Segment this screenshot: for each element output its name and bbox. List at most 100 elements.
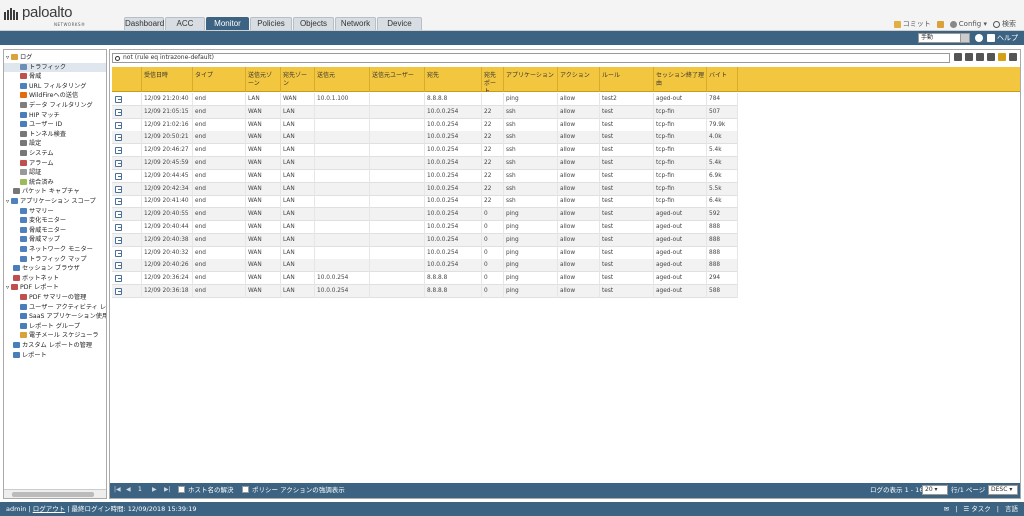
column-header[interactable]: ルール xyxy=(600,67,654,92)
mail-icon[interactable]: ✉ xyxy=(944,502,949,516)
resolve-hostname-checkbox[interactable] xyxy=(178,486,185,493)
detail-cell[interactable] xyxy=(112,246,142,260)
log-detail-icon[interactable] xyxy=(115,185,122,193)
sidebar-item[interactable]: PDF サマリーの管理 xyxy=(4,293,86,302)
tab-acc[interactable]: ACC xyxy=(165,17,205,30)
table-row[interactable]: 12/09 20:36:18 end WAN LAN 10.0.0.254 8.8.8.8… xyxy=(112,285,738,298)
table-row[interactable]: 12/09 20:36:24 end WAN LAN 10.0.0.254 8.8.8.8… xyxy=(112,272,738,286)
detail-cell[interactable] xyxy=(112,221,142,234)
sidebar-item[interactable]: カスタム レポートの管理 xyxy=(4,341,92,350)
table-row[interactable]: 12/09 20:42:34 end WAN LAN 10.0.0.254 22 ssh al… xyxy=(112,182,738,196)
column-header[interactable]: 送信元 xyxy=(315,67,370,92)
tab-device[interactable]: Device xyxy=(377,17,422,30)
sidebar-item[interactable]: ▿ アプリケーション スコープ xyxy=(4,197,96,206)
sidebar-item[interactable]: セッション ブラウザ xyxy=(4,264,80,273)
sidebar-item[interactable]: HIP マッチ xyxy=(4,111,60,120)
log-detail-icon[interactable] xyxy=(115,198,122,206)
detail-cell[interactable] xyxy=(112,285,142,298)
log-detail-icon[interactable] xyxy=(115,249,122,257)
detail-cell[interactable] xyxy=(112,272,142,286)
table-row[interactable]: 12/09 21:05:15 end WAN LAN 10.0.0.254 22 ssh al… xyxy=(112,105,738,119)
tab-dashboard[interactable]: Dashboard xyxy=(124,17,164,30)
sidebar-item[interactable]: 脅威モニター xyxy=(4,226,66,235)
tab-policies[interactable]: Policies xyxy=(250,17,292,30)
sidebar-item[interactable]: トンネル検査 xyxy=(4,130,66,139)
sidebar-item[interactable]: サマリー xyxy=(4,207,54,216)
log-detail-icon[interactable] xyxy=(115,108,122,116)
log-detail-icon[interactable] xyxy=(115,211,122,219)
prev-page-button[interactable]: ◀ xyxy=(126,486,131,493)
commit-link[interactable]: コミット xyxy=(893,19,931,29)
policy-highlight-checkbox[interactable] xyxy=(242,486,249,493)
sidebar-item[interactable]: WildFireへの送信 xyxy=(4,91,78,100)
detail-cell[interactable] xyxy=(112,182,142,196)
refresh-icon[interactable] xyxy=(975,34,983,42)
table-row[interactable]: 12/09 20:44:45 end WAN LAN 10.0.0.254 22 ssh al… xyxy=(112,169,738,183)
language-link[interactable]: 言語 xyxy=(1005,502,1018,516)
log-detail-icon[interactable] xyxy=(115,96,122,103)
log-detail-icon[interactable] xyxy=(115,224,122,231)
column-header[interactable]: 送信元ゾーン xyxy=(246,67,281,92)
sidebar-horizontal-scrollbar[interactable] xyxy=(4,489,106,498)
rows-per-page-select[interactable]: 20 ▾ xyxy=(922,485,948,495)
help-link[interactable]: ⓘ ヘルプ xyxy=(988,33,1018,43)
detail-cell[interactable] xyxy=(112,169,142,183)
column-header[interactable]: バイト xyxy=(707,67,738,92)
tasks-link[interactable]: ☰ タスク xyxy=(963,502,990,516)
tab-objects[interactable]: Objects xyxy=(293,17,334,30)
sort-order-select[interactable]: DESC ▾ xyxy=(988,485,1018,495)
sidebar-item[interactable]: 認証 xyxy=(4,168,41,177)
table-row[interactable]: 12/09 21:20:40 end LAN WAN 10.0.1.100 8.8.8.8… xyxy=(112,93,738,106)
sidebar-item[interactable]: SaaS アプリケーション使用率 xyxy=(4,312,106,321)
refresh-interval-select[interactable]: 手動 xyxy=(918,33,970,43)
sidebar-item[interactable]: 設定 xyxy=(4,139,41,148)
clear-filter-icon[interactable] xyxy=(965,53,973,61)
column-header[interactable]: 送信元ユーザー xyxy=(370,67,425,92)
sidebar-item[interactable]: 脅威 xyxy=(4,72,41,81)
next-page-button[interactable]: ▶ xyxy=(152,486,157,493)
logout-link[interactable]: ログアウト xyxy=(33,505,66,513)
column-header[interactable]: アクション xyxy=(558,67,600,92)
sidebar-item[interactable]: ボットネット xyxy=(4,274,59,283)
sidebar-item[interactable]: アラーム xyxy=(4,159,54,168)
detail-cell[interactable] xyxy=(112,105,142,119)
load-filter-icon[interactable] xyxy=(998,53,1006,61)
column-header[interactable]: 宛先 xyxy=(425,67,482,92)
scrollbar-thumb[interactable] xyxy=(12,492,94,497)
table-row[interactable]: 12/09 20:40:32 end WAN LAN 10.0.0.254 0 ping al… xyxy=(112,246,738,260)
detail-column-header[interactable] xyxy=(112,67,142,92)
save-filter-icon[interactable] xyxy=(987,53,995,61)
column-header[interactable]: アプリケーション xyxy=(504,67,558,92)
detail-cell[interactable] xyxy=(112,208,142,222)
sidebar-item[interactable]: 脅威マップ xyxy=(4,235,60,244)
detail-cell[interactable] xyxy=(112,195,142,209)
sidebar-item[interactable]: データ フィルタリング xyxy=(4,101,93,110)
sidebar-item[interactable]: URL フィルタリング xyxy=(4,82,86,91)
table-row[interactable]: 12/09 20:41:40 end WAN LAN 10.0.0.254 22 ssh al… xyxy=(112,195,738,209)
log-detail-icon[interactable] xyxy=(115,262,122,270)
sidebar-item[interactable]: 変化モニター xyxy=(4,216,66,225)
sidebar-item[interactable]: パケット キャプチャ xyxy=(4,187,80,196)
log-detail-icon[interactable] xyxy=(115,160,122,167)
export-icon[interactable] xyxy=(1009,53,1017,61)
table-row[interactable]: 12/09 20:46:27 end WAN LAN 10.0.0.254 22 ssh al… xyxy=(112,144,738,158)
detail-cell[interactable] xyxy=(112,118,142,132)
sidebar-item[interactable]: ユーザー アクティビティ レポート xyxy=(4,303,106,312)
config-menu[interactable]: Config ▾ xyxy=(949,20,987,28)
sidebar-item[interactable]: トラフィック マップ xyxy=(4,255,87,264)
last-page-button[interactable]: ▶| xyxy=(164,486,171,493)
table-row[interactable]: 12/09 20:50:21 end WAN LAN 10.0.0.254 22 ssh al… xyxy=(112,131,738,145)
sidebar-item[interactable]: ▿ ログ xyxy=(4,53,32,62)
table-row[interactable]: 12/09 20:40:44 end WAN LAN 10.0.0.254 0 ping al… xyxy=(112,221,738,234)
sidebar-item[interactable]: ネットワーク モニター xyxy=(4,245,93,254)
column-header[interactable]: 受信日時 xyxy=(142,67,193,92)
table-row[interactable]: 12/09 20:45:59 end WAN LAN 10.0.0.254 22 ssh al… xyxy=(112,157,738,170)
detail-cell[interactable] xyxy=(112,157,142,170)
add-filter-icon[interactable] xyxy=(976,53,984,61)
log-filter-input[interactable]: not (rule eq intrazone-default) xyxy=(112,53,950,63)
lock-icon[interactable] xyxy=(936,20,944,28)
sidebar-item[interactable]: 統合済み xyxy=(4,178,54,187)
detail-cell[interactable] xyxy=(112,233,142,247)
log-detail-icon[interactable] xyxy=(115,275,122,283)
sidebar-item[interactable]: システム xyxy=(4,149,54,158)
